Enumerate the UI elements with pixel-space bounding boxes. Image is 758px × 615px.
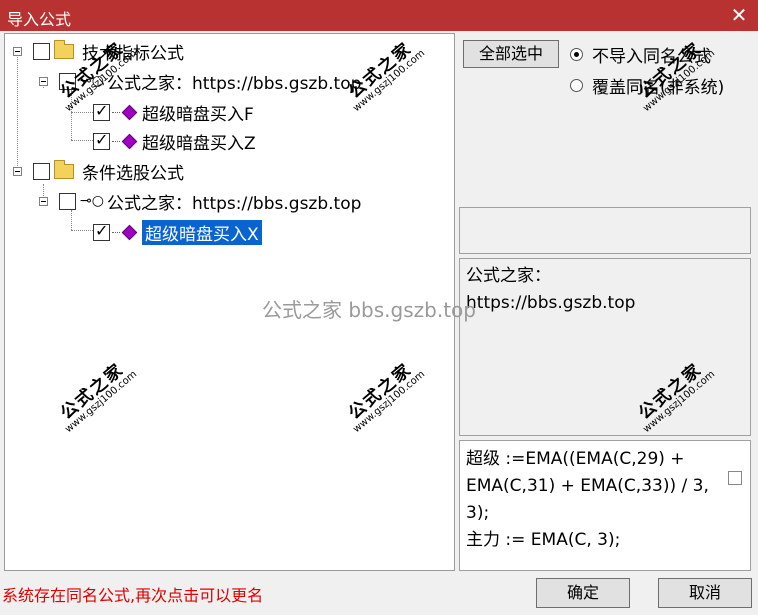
tree-line bbox=[71, 230, 93, 231]
tree-item-row[interactable]: 超级暗盘买入F bbox=[93, 98, 254, 126]
item-checkbox[interactable] bbox=[93, 101, 110, 121]
formula-gem-icon bbox=[121, 224, 138, 240]
source-checkbox[interactable] bbox=[59, 192, 76, 210]
tree-source-row[interactable]: ⊸○ 公式之家：https://bbs.gszb.top bbox=[37, 187, 361, 215]
tree-group-screening[interactable]: 条件选股公式 bbox=[11, 157, 184, 185]
item-label: 超级暗盘买入Z bbox=[142, 133, 256, 154]
collapse-toggle[interactable] bbox=[13, 167, 22, 176]
tree-line bbox=[71, 140, 93, 141]
item-label-selected: 超级暗盘买入X bbox=[142, 219, 262, 245]
item-checkbox[interactable] bbox=[93, 130, 110, 150]
description-text: 公式之家： https://bbs.gszb.top bbox=[466, 266, 636, 313]
empty-panel bbox=[459, 207, 751, 254]
collapse-toggle[interactable] bbox=[39, 77, 48, 86]
radio-dot[interactable] bbox=[570, 48, 583, 61]
dots bbox=[112, 231, 120, 233]
code-text: 超级 :=EMA((EMA(C,29) + EMA(C,31) + EMA(C,… bbox=[466, 449, 709, 550]
group-checkbox[interactable] bbox=[33, 162, 50, 180]
title-bar: 导入公式 ✕ bbox=[0, 0, 758, 31]
tree-line bbox=[17, 52, 18, 172]
formula-gem-icon bbox=[121, 133, 138, 149]
formula-gem-icon bbox=[121, 104, 138, 120]
dots bbox=[112, 140, 120, 142]
window-title: 导入公式 bbox=[7, 10, 72, 29]
close-icon[interactable]: ✕ bbox=[727, 3, 751, 27]
folder-icon bbox=[54, 39, 74, 59]
code-checkbox[interactable] bbox=[728, 471, 742, 485]
source-label: 公式之家：https://bbs.gszb.top bbox=[107, 73, 362, 94]
tree-item-row[interactable]: 超级暗盘买入X bbox=[93, 218, 262, 246]
cancel-button[interactable]: 取消 bbox=[658, 578, 752, 608]
folder-icon bbox=[54, 159, 74, 179]
item-label: 超级暗盘买入F bbox=[142, 104, 254, 125]
select-all-button[interactable]: 全部选中 bbox=[463, 40, 559, 68]
collapse-toggle[interactable] bbox=[39, 197, 48, 206]
radio-dot[interactable] bbox=[570, 79, 583, 92]
ok-button[interactable]: 确定 bbox=[536, 578, 630, 608]
watermark-text: 公式之家 bbs.gszb.top bbox=[262, 298, 476, 322]
collapse-toggle[interactable] bbox=[13, 47, 22, 56]
key-icon: ⊸○ bbox=[80, 193, 104, 209]
group-checkbox[interactable] bbox=[33, 42, 50, 60]
item-checkbox[interactable] bbox=[93, 221, 110, 241]
tree-item-row[interactable]: 超级暗盘买入Z bbox=[93, 127, 256, 155]
status-text: 系统存在同名公式,再次点击可以更名 bbox=[2, 586, 264, 605]
source-label: 公式之家：https://bbs.gszb.top bbox=[107, 193, 362, 214]
dots bbox=[112, 111, 120, 113]
group-label: 条件选股公式 bbox=[82, 163, 184, 184]
